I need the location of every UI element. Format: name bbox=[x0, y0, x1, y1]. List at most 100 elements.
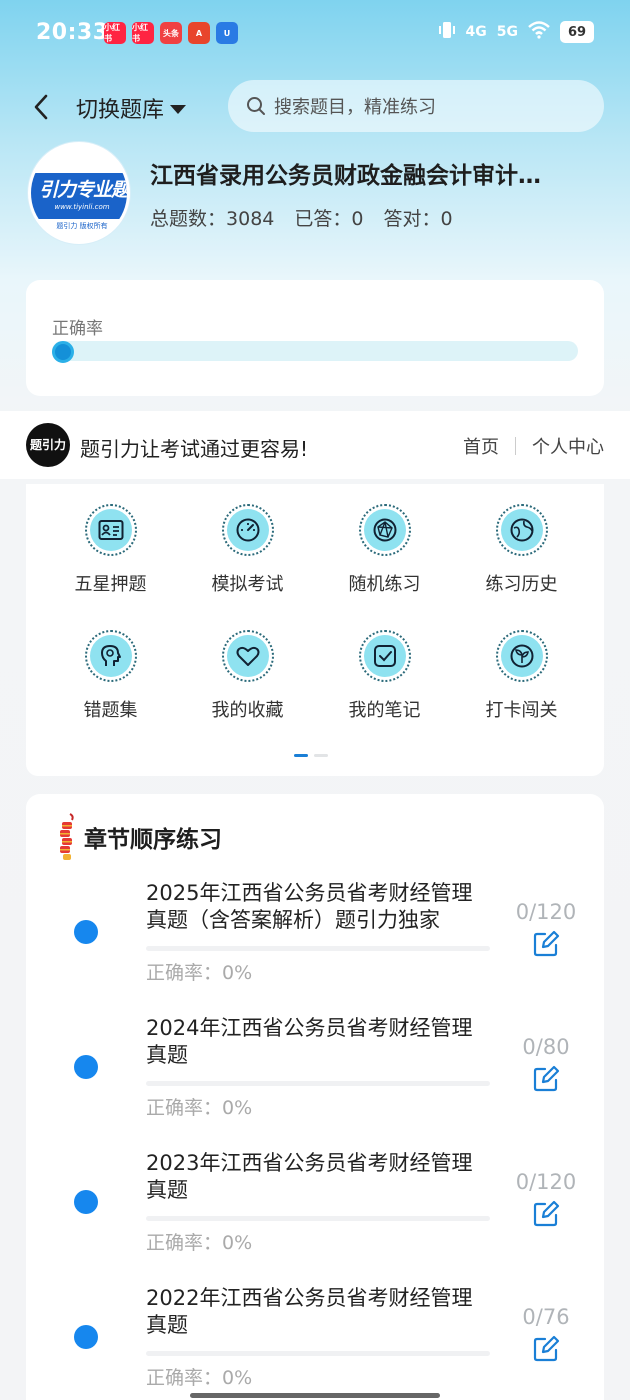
search-icon bbox=[247, 97, 265, 115]
accuracy-progress-bar bbox=[52, 341, 578, 361]
pager-dot-active[interactable] bbox=[294, 754, 308, 757]
feature-label: 我的笔记 bbox=[348, 700, 421, 721]
chapter-status-dot bbox=[74, 1190, 98, 1214]
bank-name: 江西省录用公务员财政金融会计审计… bbox=[150, 163, 541, 189]
chapter-item[interactable]: 2025年江西省公务员省考财经管理真题（含答案解析）题引力独家 正确率：0% 0… bbox=[26, 880, 604, 1000]
chapters-header: 章节顺序练习 bbox=[54, 812, 222, 862]
edit-icon[interactable] bbox=[532, 1065, 560, 1093]
feature-wrong-questions[interactable]: 错题集 bbox=[42, 630, 179, 732]
network-icon bbox=[363, 509, 406, 551]
chapter-item[interactable]: 2023年江西省公务员省考财经管理真题 正确率：0% 0/120 bbox=[26, 1150, 604, 1270]
search-placeholder: 搜索题目，精准练习 bbox=[274, 97, 436, 118]
chapter-name: 2022年江西省公务员省考财经管理真题 bbox=[146, 1286, 473, 1337]
status-app-icon: 小红书 bbox=[132, 22, 154, 44]
feature-label: 错题集 bbox=[83, 700, 138, 721]
wifi-icon bbox=[528, 21, 550, 43]
edit-icon[interactable] bbox=[532, 1335, 560, 1363]
status-app-icon: 头条 bbox=[160, 22, 182, 44]
feature-favorites[interactable]: 我的收藏 bbox=[179, 630, 316, 732]
chapters-title: 章节顺序练习 bbox=[84, 827, 222, 853]
chapter-progress-bar bbox=[146, 946, 490, 951]
accuracy-card: 正确率 bbox=[26, 280, 604, 396]
network-label: 4G bbox=[465, 24, 487, 40]
total-questions: 总题数：3084 bbox=[150, 208, 275, 230]
heart-icon bbox=[226, 635, 269, 677]
chapter-count: 0/120 bbox=[515, 1170, 577, 1194]
brand-bar: 题引力 题引力让考试通过更容易! 首页 个人中心 bbox=[0, 411, 630, 479]
nav-home-link[interactable]: 首页 bbox=[463, 433, 499, 459]
feature-five-star-picks[interactable]: 五星押题 bbox=[42, 504, 179, 606]
switch-bank-label: 切换题库 bbox=[76, 98, 165, 123]
chapter-status-dot bbox=[74, 1325, 98, 1349]
firecracker-icon bbox=[60, 813, 74, 860]
search-input[interactable]: 搜索题目，精准练习 bbox=[228, 80, 604, 132]
chapter-accuracy: 正确率：0% bbox=[146, 1367, 253, 1389]
feature-check-in[interactable]: 打卡闯关 bbox=[453, 630, 590, 732]
chapter-item[interactable]: 2024年江西省公务员省考财经管理真题 正确率：0% 0/80 bbox=[26, 1015, 604, 1135]
brand-nav: 首页 个人中心 bbox=[463, 433, 604, 459]
chevron-left-icon bbox=[34, 94, 48, 120]
vibrate-icon bbox=[438, 20, 456, 44]
nav-profile-link[interactable]: 个人中心 bbox=[532, 433, 604, 459]
chapter-count: 0/120 bbox=[515, 900, 577, 924]
accuracy-progress-handle bbox=[52, 341, 74, 363]
feature-grid: 五星押题 模拟考试 随机练习 练习历史 错题集 我的收藏 我的笔记 打卡闯关 bbox=[26, 504, 604, 732]
accuracy-label: 正确率 bbox=[52, 319, 103, 339]
chapter-count: 0/76 bbox=[522, 1305, 570, 1329]
globe-icon bbox=[500, 509, 543, 551]
note-icon bbox=[363, 635, 406, 677]
status-indicators: 4G 5G 69 bbox=[438, 20, 594, 44]
home-indicator[interactable] bbox=[190, 1393, 440, 1398]
chapter-name: 2025年江西省公务员省考财经管理真题（含答案解析）题引力独家 bbox=[146, 881, 473, 932]
bank-stats: 总题数：3084 已答：0 答对：0 bbox=[150, 204, 453, 231]
chapter-count: 0/80 bbox=[522, 1035, 570, 1059]
brand-logo: 题引力 bbox=[26, 423, 70, 467]
back-button[interactable] bbox=[26, 90, 56, 124]
gauge-icon bbox=[226, 509, 269, 551]
chapter-accuracy: 正确率：0% bbox=[146, 1232, 253, 1254]
bank-header: 引力专业题 www.tiyinli.com 题引力 版权所有 江西省录用公务员财… bbox=[26, 140, 616, 246]
pager-dot[interactable] bbox=[314, 754, 328, 757]
head-icon bbox=[89, 635, 132, 677]
leaf-icon bbox=[500, 635, 543, 677]
bank-logo-url: www.tiyinli.com bbox=[54, 203, 110, 211]
feature-label: 我的收藏 bbox=[211, 700, 284, 721]
nav-divider bbox=[515, 437, 516, 455]
id-card-icon bbox=[89, 509, 132, 551]
status-app-icon: A bbox=[188, 22, 210, 44]
brand-slogan: 题引力让考试通过更容易! bbox=[80, 437, 309, 461]
feature-pager bbox=[294, 754, 328, 757]
status-time: 20:33 bbox=[36, 20, 109, 45]
caret-down-icon bbox=[170, 104, 187, 114]
chapter-accuracy: 正确率：0% bbox=[146, 1097, 253, 1119]
network-label: 5G bbox=[496, 24, 518, 40]
status-app-icon: 小红书 bbox=[104, 22, 126, 44]
chapter-item[interactable]: 2022年江西省公务员省考财经管理真题 正确率：0% 0/76 bbox=[26, 1285, 604, 1400]
switch-bank-dropdown[interactable]: 切换题库 bbox=[76, 92, 187, 124]
feature-practice-history[interactable]: 练习历史 bbox=[453, 504, 590, 606]
feature-label: 模拟考试 bbox=[211, 574, 284, 595]
feature-label: 打卡闯关 bbox=[485, 700, 558, 721]
status-app-icon: U bbox=[216, 22, 238, 44]
chapter-progress-bar bbox=[146, 1081, 490, 1086]
edit-icon[interactable] bbox=[532, 1200, 560, 1228]
feature-label: 五星押题 bbox=[74, 574, 147, 595]
bank-logo-title: 引力专业题 bbox=[38, 179, 129, 201]
feature-notes[interactable]: 我的笔记 bbox=[316, 630, 453, 732]
feature-random-practice[interactable]: 随机练习 bbox=[316, 504, 453, 606]
feature-label: 随机练习 bbox=[348, 574, 421, 595]
correct-count: 答对：0 bbox=[383, 208, 453, 230]
chapter-status-dot bbox=[74, 920, 98, 944]
status-app-icons: 小红书 小红书 头条 A U bbox=[104, 22, 238, 44]
chapter-accuracy: 正确率：0% bbox=[146, 962, 253, 984]
bank-logo: 引力专业题 www.tiyinli.com 题引力 版权所有 bbox=[28, 142, 130, 244]
status-bar: 20:33 小红书 小红书 头条 A U 4G 5G 69 bbox=[0, 0, 630, 68]
top-bar: 切换题库 搜索题目，精准练习 bbox=[0, 80, 630, 134]
chapter-name: 2023年江西省公务员省考财经管理真题 bbox=[146, 1151, 473, 1202]
battery-indicator: 69 bbox=[560, 21, 594, 43]
edit-icon[interactable] bbox=[532, 930, 560, 958]
chapter-progress-bar bbox=[146, 1216, 490, 1221]
chapter-name: 2024年江西省公务员省考财经管理真题 bbox=[146, 1016, 473, 1067]
answered-count: 已答：0 bbox=[294, 208, 364, 230]
feature-mock-exam[interactable]: 模拟考试 bbox=[179, 504, 316, 606]
